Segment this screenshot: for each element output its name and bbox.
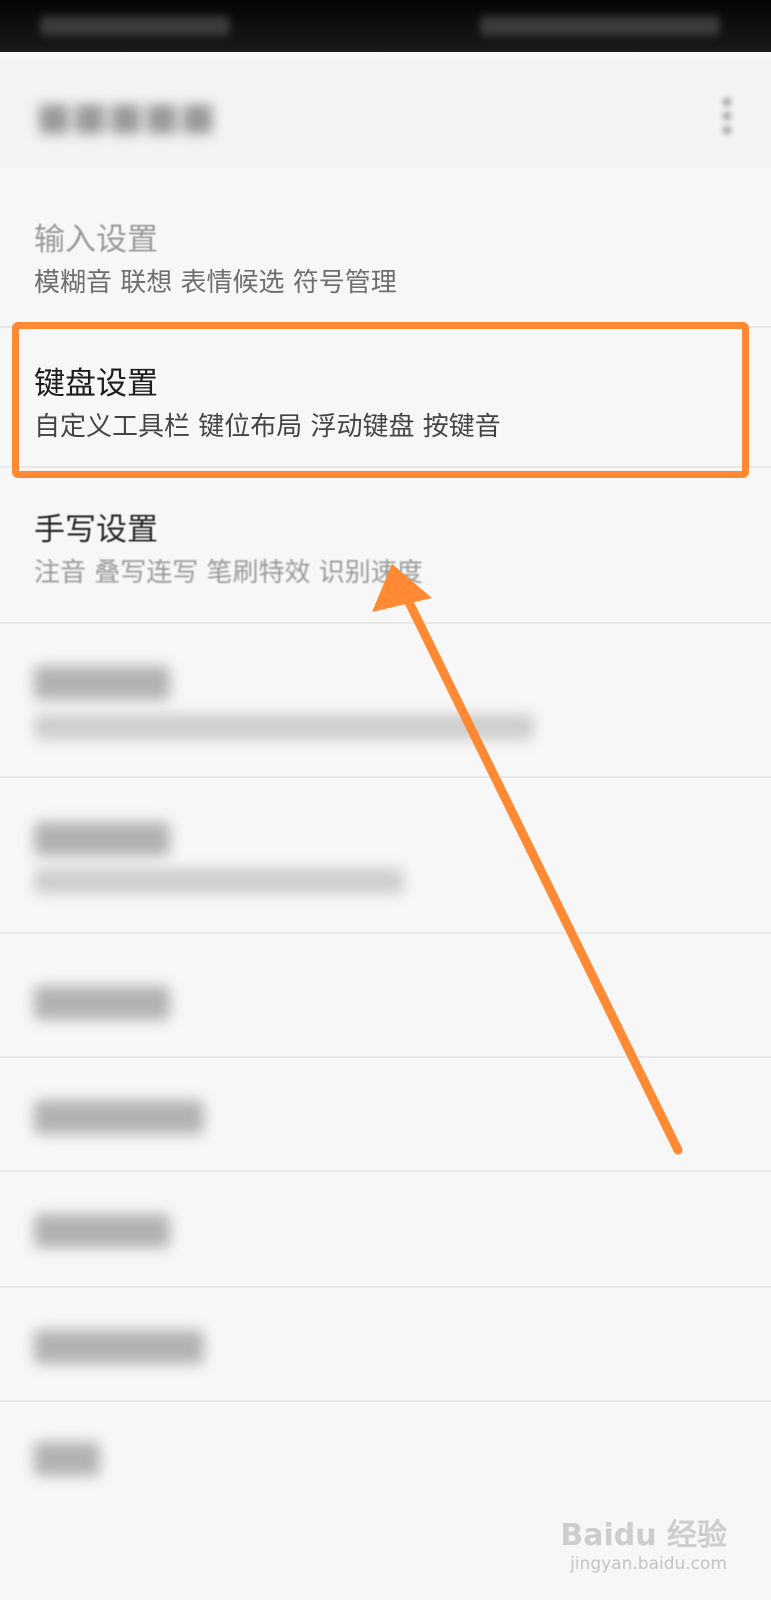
blurred-item-title[interactable] bbox=[34, 822, 170, 856]
settings-item-title: 输入设置 bbox=[34, 222, 158, 258]
highlight-box bbox=[12, 322, 749, 478]
blurred-item-subtitle bbox=[34, 714, 534, 740]
settings-item-subtitle: 注音 叠写连写 笔刷特效 识别速度 bbox=[34, 558, 423, 588]
watermark: Baidu 经验 jingyan.baidu.com bbox=[560, 1510, 727, 1574]
blurred-item-title[interactable] bbox=[34, 1330, 204, 1364]
status-bar bbox=[0, 0, 771, 52]
settings-item-handwriting[interactable]: 手写设置 注音 叠写连写 笔刷特效 识别速度 bbox=[0, 500, 771, 610]
divider bbox=[0, 1056, 771, 1058]
page-title: ■■■■■ bbox=[36, 94, 216, 138]
divider bbox=[0, 622, 771, 624]
status-bar-left-info bbox=[40, 16, 230, 36]
divider bbox=[0, 776, 771, 778]
divider bbox=[0, 1286, 771, 1288]
arrow-shaft bbox=[398, 585, 683, 1155]
blurred-item-title[interactable] bbox=[34, 1214, 170, 1248]
app-bar: ■■■■■ bbox=[0, 58, 771, 168]
settings-item-title: 手写设置 bbox=[34, 512, 158, 548]
divider bbox=[0, 1400, 771, 1402]
blurred-item-title[interactable] bbox=[34, 986, 170, 1020]
divider bbox=[0, 1170, 771, 1172]
settings-item-subtitle: 模糊音 联想 表情候选 符号管理 bbox=[34, 268, 397, 298]
divider bbox=[0, 932, 771, 934]
blurred-item-title[interactable] bbox=[34, 1442, 100, 1476]
watermark-url: jingyan.baidu.com bbox=[570, 1554, 727, 1574]
status-bar-right-info bbox=[480, 16, 720, 36]
settings-item-input[interactable]: 输入设置 模糊音 联想 表情候选 符号管理 bbox=[0, 210, 771, 325]
blurred-item-title[interactable] bbox=[34, 1100, 204, 1134]
blurred-item-subtitle bbox=[34, 868, 404, 894]
blurred-item-title[interactable] bbox=[34, 666, 170, 700]
watermark-brand: Baidu 经验 bbox=[560, 1518, 727, 1553]
more-vert-icon[interactable] bbox=[723, 98, 733, 134]
